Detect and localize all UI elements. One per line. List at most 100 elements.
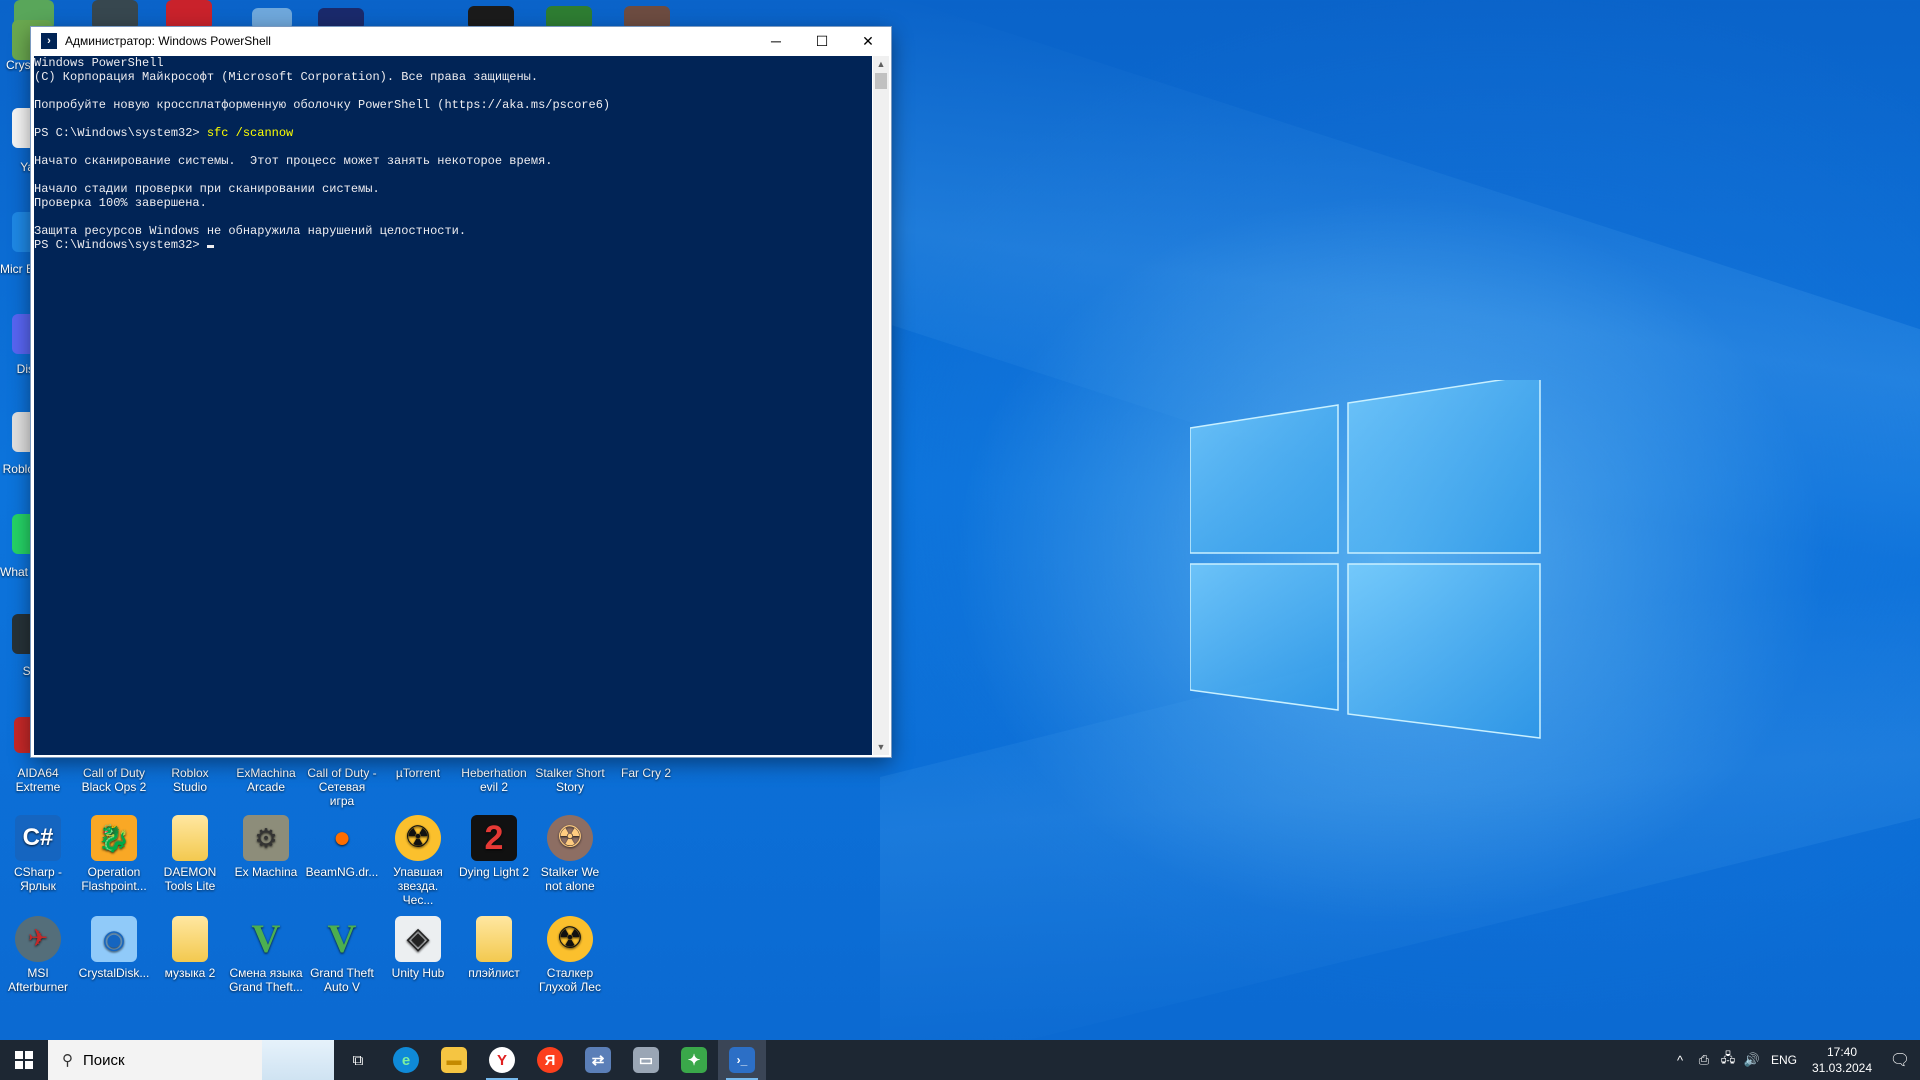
desktop-icon-roblox-studio[interactable]: Roblox Studio [153,766,227,794]
taskbar-app-green[interactable]: ✦ [670,1040,718,1080]
desktop-icon-label: Упавшая звезда. Чес... [393,865,443,907]
desktop-icon-cod-black-ops-2[interactable]: Call of Duty Black Ops 2 [77,766,151,794]
search-placeholder: Поиск [83,1051,125,1069]
desktop-icon-utorrent[interactable]: µTorrent [381,766,455,780]
desktop-icon-label: Stalker Short Story [535,766,605,794]
desktop-icon-stalker-we-not-alone[interactable]: ☢ Stalker We not alone [533,815,607,893]
start-button[interactable] [0,1040,48,1080]
console-output[interactable]: Windows PowerShell (C) Корпорация Майкро… [34,56,872,755]
desktop-icon-label: µTorrent [395,766,441,780]
edge-icon: e [393,1047,419,1073]
console-line: Попробуйте новую кроссплатформенную обол… [34,98,611,112]
meet-now-icon[interactable]: ⎙ [1692,1052,1716,1068]
vertical-scrollbar[interactable]: ▲ ▼ [873,56,889,755]
desktop-icon-beamng[interactable]: ● BeamNG.dr... [305,815,379,879]
scrollbar-thumb[interactable] [875,73,887,89]
search-highlight-image [262,1040,334,1080]
exmachina-icon: ⚙ [243,815,289,861]
unity-icon: ◈ [395,916,441,962]
console-line: (C) Корпорация Майкрософт (Microsoft Cor… [34,70,539,84]
taskbar-app-network[interactable]: ⇄ [574,1040,622,1080]
windows-start-icon [15,1051,33,1069]
desktop-icon-dying-light-2[interactable]: 2 Dying Light 2 [457,815,531,879]
action-center-icon[interactable]: 🗨 [1880,1050,1920,1070]
desktop-icon-label: Roblo [2,462,34,476]
gta-icon: V [327,916,357,961]
green-app-icon: ✦ [681,1047,707,1073]
desktop-icon-label: Сталкер Глухой Лес [539,966,601,994]
radiation-icon: ☢ [395,815,441,861]
taskbar: ⚲ Поиск ⧉ e ▬ Y Я ⇄ ▭ ✦ ›_ ^ ⎙ 🖧 🔊 ENG 1… [0,1040,1920,1080]
desktop-icon-pleylist[interactable]: плэйлист [457,916,531,980]
taskbar-app-edge[interactable]: e [382,1040,430,1080]
search-box[interactable]: ⚲ Поиск [48,1040,334,1080]
desktop-icon-upavshaya-zvezda[interactable]: ☢ Упавшая звезда. Чес... [381,815,455,907]
desktop-icon-label: Grand Theft Auto V [310,966,374,994]
console-line: Начато сканирование системы. Этот процес… [34,154,553,168]
desktop-icon-label: Ya [20,160,34,174]
console-prompt: PS C:\Windows\system32> [34,126,207,140]
desktop-icon-label: DAEMON Tools Lite [163,865,217,893]
taskbar-app-yandex[interactable]: Я [526,1040,574,1080]
console-command: sfc /scannow [206,126,294,140]
window-title: Администратор: Windows PowerShell [65,34,271,48]
desktop-icon-label: Call of Duty Black Ops 2 [81,766,147,794]
radiation-icon: ☢ [547,916,593,962]
csharp-icon: C# [15,815,61,861]
taskbar-app-file-explorer[interactable]: ▬ [430,1040,478,1080]
desktop-icon-label: Call of Duty - Сетевая игра [307,766,377,808]
desktop-icon-exmachina-arcade[interactable]: ExMachina Arcade [229,766,303,794]
desktop-icon-gta-v[interactable]: V Grand Theft Auto V [305,916,379,994]
desktop-icon-partial[interactable] [92,0,138,30]
folder-icon [476,916,512,962]
desktop-icon-label: Operation Flashpoint... [81,865,147,893]
desktop-icon-far-cry-2[interactable]: Far Cry 2 [609,766,683,780]
scroll-up-arrow-icon[interactable]: ▲ [873,56,889,72]
desktop-icon-partial[interactable] [166,0,212,30]
desktop-icon-label: Смена языка Grand Theft... [229,966,303,994]
network-icon[interactable]: 🖧 [1716,1049,1740,1071]
text-cursor [206,245,214,248]
desktop-icon-cod-multiplayer[interactable]: Call of Duty - Сетевая игра [305,766,379,808]
taskbar-app-powershell[interactable]: ›_ [718,1040,766,1080]
desktop-icon-gta-language[interactable]: V Смена языка Grand Theft... [229,916,303,994]
desktop-icon-label: Roblox Studio [171,766,209,794]
console-line: Windows PowerShell [34,56,164,70]
pc-app-icon: ▭ [633,1047,659,1073]
desktop-icon-label: Micr Ed [0,262,34,276]
desktop-icon-muzyka-2[interactable]: музыка 2 [153,916,227,980]
clock[interactable]: 17:40 31.03.2024 [1804,1044,1880,1076]
desktop-icon-heberhation[interactable]: Heberhation evil 2 [457,766,531,794]
volume-icon[interactable]: 🔊 [1740,1052,1764,1068]
desktop-icon-crystaldisk[interactable]: ◉ CrystalDisk... [77,916,151,980]
desktop-icon-daemon-tools[interactable]: DAEMON Tools Lite [153,815,227,893]
desktop-icon-operation-flashpoint[interactable]: 🐉 Operation Flashpoint... [77,815,151,893]
task-view-button[interactable]: ⧉ [334,1040,382,1080]
window-titlebar[interactable]: › Администратор: Windows PowerShell ─ ☐ … [31,27,891,55]
console-line: Проверка 100% завершена. [34,196,207,210]
desktop-icon-msi-afterburner[interactable]: ✈ MSI Afterburner [1,916,75,994]
taskbar-app-pc[interactable]: ▭ [622,1040,670,1080]
console-line: Начало стадии проверки при сканировании … [34,182,380,196]
desktop-icon-csharp[interactable]: C# CSharp - Ярлык [1,815,75,893]
language-indicator[interactable]: ENG [1764,1053,1804,1067]
powershell-window[interactable]: › Администратор: Windows PowerShell ─ ☐ … [31,27,891,757]
desktop-icon-label: Unity Hub [391,966,445,980]
crystaldisk-icon: ◉ [91,916,137,962]
minimize-button[interactable]: ─ [753,27,799,55]
desktop-icon-ex-machina[interactable]: ⚙ Ex Machina [229,815,303,879]
beamng-icon: ● [332,821,352,854]
desktop-icon-stalker-short-story[interactable]: Stalker Short Story [533,766,607,794]
folder-icon [172,815,208,861]
task-view-icon: ⧉ [352,1051,364,1069]
close-button[interactable]: ✕ [845,27,891,55]
taskbar-app-yandex-browser[interactable]: Y [478,1040,526,1080]
show-hidden-icons-chevron-icon[interactable]: ^ [1668,1053,1692,1068]
desktop-icon-stalker-gluhoy-les[interactable]: ☢ Сталкер Глухой Лес [533,916,607,994]
desktop-icon-label: Dying Light 2 [458,865,530,879]
scroll-down-arrow-icon[interactable]: ▼ [873,739,889,755]
search-icon: ⚲ [62,1052,73,1069]
desktop-icon-aida64[interactable]: AIDA64 Extreme [1,766,75,794]
maximize-button[interactable]: ☐ [799,27,845,55]
desktop-icon-unity-hub[interactable]: ◈ Unity Hub [381,916,455,980]
